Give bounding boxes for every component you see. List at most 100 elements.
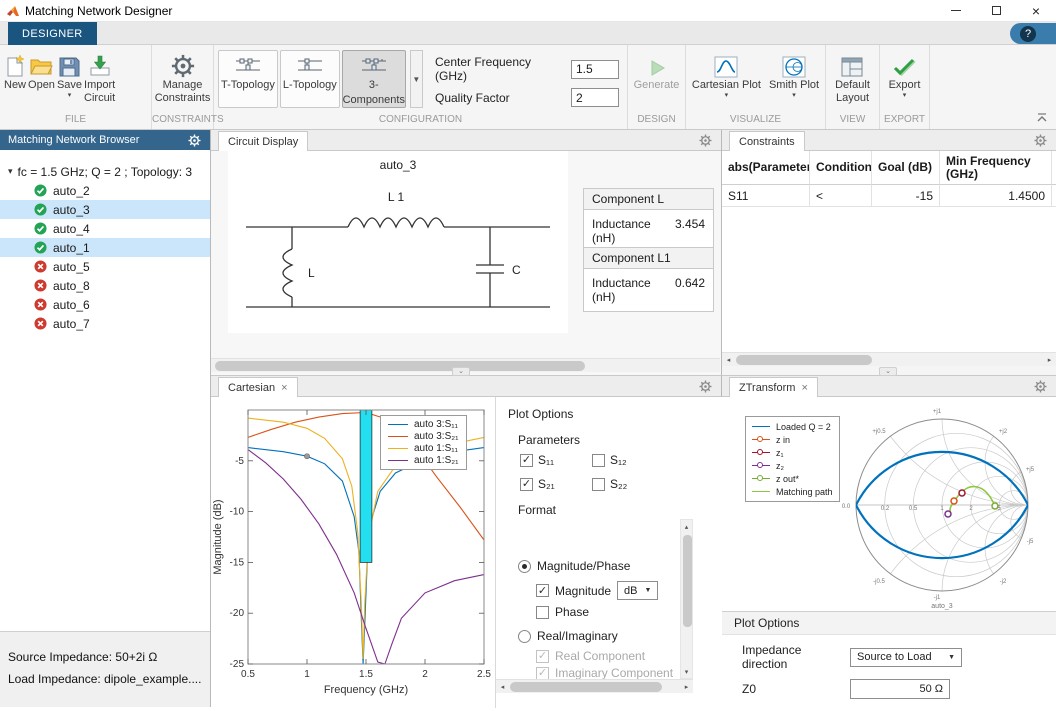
checkbox-icon[interactable] [536, 584, 549, 597]
z0-input[interactable]: 50 Ω [850, 679, 950, 699]
tree-root-node[interactable]: ▾ fc = 1.5 GHz; Q = 2 ; Topology: 3 [0, 162, 210, 181]
param-checkbox-S₂₁[interactable]: S₂₁ [520, 477, 592, 491]
tree-item-auto_8[interactable]: auto_8 [0, 276, 210, 295]
tab-designer[interactable]: DESIGNER [8, 22, 97, 45]
scroll-right-arrow-icon[interactable]: ▸ [680, 680, 693, 693]
options-horizontal-scrollbar[interactable]: ◂ ▸ [496, 679, 693, 693]
constraints-settings-gear-icon[interactable] [1034, 134, 1047, 147]
table-cell[interactable]: 1.5500 [1052, 185, 1056, 207]
legend-line-sample [388, 424, 408, 425]
tree-item-auto_1[interactable]: auto_1 [0, 238, 210, 257]
scrollbar-thumb[interactable] [736, 355, 872, 365]
checkbox-icon[interactable] [536, 606, 549, 619]
scroll-left-arrow-icon[interactable]: ◂ [496, 680, 509, 693]
tree-caret-icon[interactable]: ▾ [8, 166, 13, 177]
browser-settings-gear-icon[interactable] [188, 134, 201, 147]
tab-close-icon[interactable]: × [801, 383, 807, 393]
column-header[interactable]: Max Frequency (GHz) [1052, 151, 1056, 185]
close-button[interactable]: × [1016, 0, 1056, 21]
tab-close-icon[interactable]: × [281, 383, 287, 393]
smith-label: 0.0 [842, 504, 851, 510]
checkbox-icon[interactable] [536, 667, 549, 680]
topology-gallery-dropdown[interactable]: ▼ [410, 50, 423, 108]
scroll-up-arrow-icon[interactable]: ▴ [680, 520, 693, 533]
scroll-right-arrow-icon[interactable]: ▸ [1043, 353, 1056, 366]
data-cursor[interactable] [304, 454, 309, 459]
tree-item-auto_5[interactable]: auto_5 [0, 257, 210, 276]
real-component-checkbox-row[interactable]: Real Component [536, 649, 645, 663]
table-cell[interactable]: S11 [722, 185, 810, 207]
param-checkbox-S₁₁[interactable]: S₁₁ [520, 453, 592, 467]
tree-item-auto_3[interactable]: auto_3 [0, 200, 210, 219]
tree-item-auto_6[interactable]: auto_6 [0, 295, 210, 314]
cartesian-plot-button[interactable]: Cartesian Plot ▾ [692, 50, 761, 99]
component-l1-group: Component L1 Inductance (nH) 0.642 [583, 247, 714, 312]
tree-item-auto_7[interactable]: auto_7 [0, 314, 210, 333]
minimize-button[interactable] [936, 0, 976, 21]
table-cell[interactable]: < [810, 185, 872, 207]
splitter-handle[interactable]: ⌄ [452, 367, 470, 376]
l-topology-button[interactable]: L-Topology [280, 50, 340, 108]
column-header[interactable]: Condition [810, 151, 872, 185]
tab-circuit-display[interactable]: Circuit Display [218, 131, 308, 151]
scrollbar-thumb[interactable] [215, 361, 585, 371]
magnitude-phase-radio[interactable]: Magnitude/Phase [518, 559, 630, 573]
maximize-button[interactable] [976, 0, 1016, 21]
tab-ztransform[interactable]: ZTransform × [729, 377, 818, 397]
tree-item-auto_4[interactable]: auto_4 [0, 219, 210, 238]
scrollbar-thumb[interactable] [683, 535, 692, 627]
t-topology-button[interactable]: T-Topology [218, 50, 278, 108]
param-checkbox-S₁₂[interactable]: S₁₂ [592, 453, 664, 467]
scrollbar-thumb[interactable] [510, 682, 662, 692]
export-button[interactable]: Export ▾ [889, 50, 921, 99]
open-button[interactable]: Open [28, 50, 55, 91]
checkbox-icon[interactable] [520, 478, 533, 491]
real-imaginary-radio[interactable]: Real/Imaginary [518, 629, 618, 643]
scroll-left-arrow-icon[interactable]: ◂ [722, 353, 735, 366]
magnitude-unit-dropdown[interactable]: dB ▼ [617, 581, 658, 600]
tree-item-auto_2[interactable]: auto_2 [0, 181, 210, 200]
quality-factor-input[interactable]: 2 [571, 88, 619, 107]
magnitude-checkbox-row[interactable]: Magnitude dB ▼ [536, 581, 658, 600]
smith-plot-button[interactable]: Smith Plot ▾ [769, 50, 819, 99]
import-circuit-button[interactable]: Import Circuit [84, 50, 115, 104]
tab-cartesian[interactable]: Cartesian × [218, 377, 298, 397]
default-layout-button[interactable]: Default Layout [835, 50, 870, 104]
save-button[interactable]: Save ▾ [57, 50, 82, 99]
three-components-button[interactable]: 3- Components [342, 50, 406, 108]
zt-plot-options-title: Plot Options [722, 612, 1056, 635]
manage-constraints-button[interactable]: Manage Constraints [155, 50, 211, 104]
component-l-value[interactable]: 3.454 [675, 217, 705, 245]
circuit-settings-gear-icon[interactable] [699, 134, 712, 147]
new-button[interactable]: New [4, 50, 26, 91]
column-header[interactable]: abs(Parameter) [722, 151, 810, 185]
cartesian-settings-gear-icon[interactable] [699, 380, 712, 393]
column-header[interactable]: Goal (dB) [872, 151, 940, 185]
param-checkbox-S₂₂[interactable]: S₂₂ [592, 477, 664, 491]
checkbox-icon[interactable] [592, 478, 605, 491]
checkbox-icon[interactable] [520, 454, 533, 467]
scroll-down-arrow-icon[interactable]: ▾ [680, 665, 693, 678]
splitter-handle[interactable]: ⌄ [879, 367, 897, 376]
checkbox-icon[interactable] [592, 454, 605, 467]
options-vertical-scrollbar[interactable]: ▴ ▾ [680, 519, 693, 679]
tab-constraints[interactable]: Constraints [729, 131, 805, 151]
phase-checkbox-row[interactable]: Phase [536, 605, 589, 619]
imaginary-component-checkbox-row[interactable]: Imaginary Component [536, 666, 673, 680]
impedance-direction-dropdown[interactable]: Source to Load ▼ [850, 648, 962, 667]
table-cell[interactable]: -15 [872, 185, 940, 207]
center-frequency-input[interactable]: 1.5 [571, 60, 619, 79]
ztransform-settings-gear-icon[interactable] [1034, 380, 1047, 393]
radio-icon[interactable] [518, 560, 531, 573]
table-cell[interactable]: 1.4500 [940, 185, 1052, 207]
collapse-ribbon-button[interactable] [1036, 112, 1048, 126]
column-header[interactable]: Min Frequency (GHz) [940, 151, 1052, 185]
radio-icon[interactable] [518, 630, 531, 643]
generate-button[interactable]: Generate [634, 50, 680, 91]
help-button[interactable]: ? [1010, 23, 1056, 44]
constraint-band [360, 410, 372, 562]
component-l1-value[interactable]: 0.642 [675, 276, 705, 304]
checkbox-icon[interactable] [536, 650, 549, 663]
y-tick-label: -20 [230, 608, 245, 619]
constraints-horizontal-scrollbar[interactable]: ◂ ▸ [722, 352, 1056, 366]
